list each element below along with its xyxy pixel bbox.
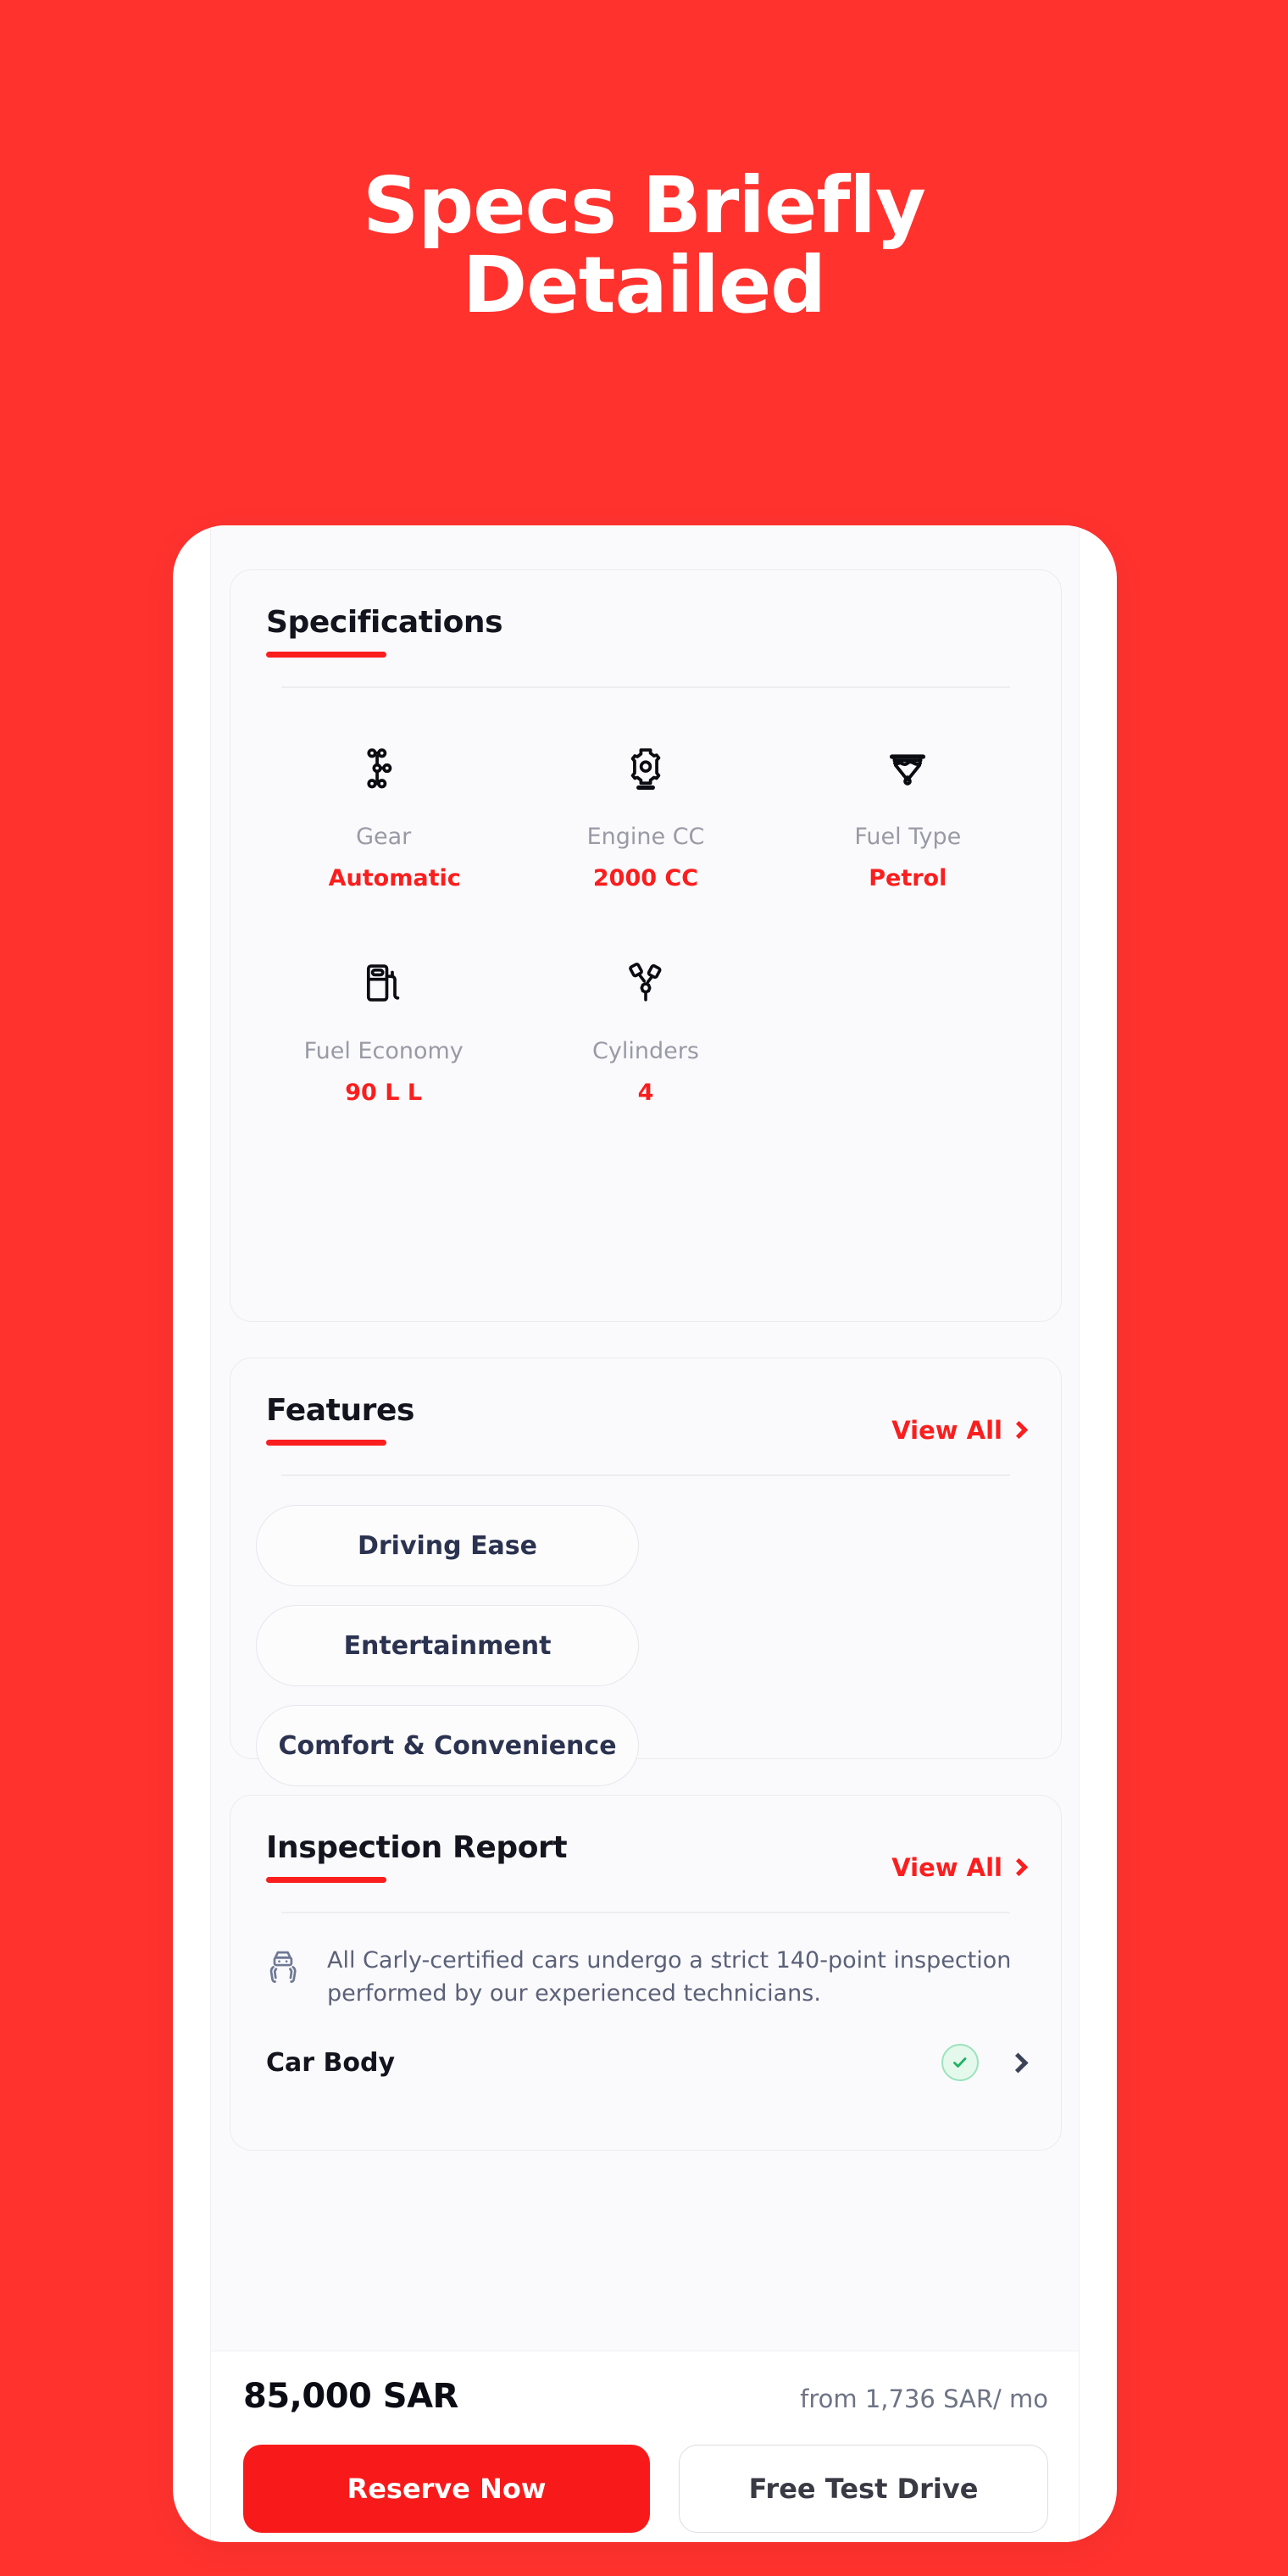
features-header: Features View All bbox=[230, 1358, 1061, 1476]
scroll-area[interactable]: Specifications Gear Automatic Engine CC … bbox=[211, 525, 1079, 2151]
inspection-view-all-link[interactable]: View All bbox=[891, 1853, 1029, 1882]
cta-row: Reserve Now Free Test Drive bbox=[243, 2445, 1048, 2533]
free-test-drive-button[interactable]: Free Test Drive bbox=[679, 2445, 1048, 2533]
spec-item-fuel-type: Fuel Type Petrol bbox=[777, 724, 1039, 938]
chevron-right-icon bbox=[1009, 1857, 1029, 1876]
spec-value: Automatic bbox=[328, 865, 461, 891]
inspection-row-status bbox=[941, 2044, 1029, 2082]
phone-screen: Specifications Gear Automatic Engine CC … bbox=[210, 525, 1080, 2542]
specifications-title: Specifications bbox=[266, 605, 503, 640]
spec-value: 90 L L bbox=[345, 1079, 423, 1106]
spec-value: 4 bbox=[637, 1079, 654, 1106]
inspection-title: Inspection Report bbox=[266, 1830, 568, 1865]
spec-value: 2000 CC bbox=[592, 865, 699, 891]
inspection-row-label: Car Body bbox=[266, 2047, 396, 2078]
title-underline bbox=[266, 652, 386, 658]
fuel-pump-icon bbox=[253, 950, 514, 1016]
spec-item-fuel-economy: Fuel Economy 90 L L bbox=[253, 938, 514, 1152]
page-title: Specs Briefly Detailed bbox=[363, 160, 926, 330]
spec-item-engine-cc: Engine CC 2000 CC bbox=[514, 724, 776, 938]
chevron-right-icon bbox=[1009, 1420, 1029, 1439]
engine-icon bbox=[514, 736, 776, 802]
features-title: Features bbox=[266, 1393, 415, 1428]
header-divider bbox=[281, 1474, 1010, 1476]
price-row: 85,000 SAR from 1,736 SAR/ mo bbox=[243, 2377, 1048, 2416]
view-all-label: View All bbox=[891, 1853, 1002, 1882]
phone-frame: Specifications Gear Automatic Engine CC … bbox=[173, 525, 1117, 2542]
spec-value: Petrol bbox=[869, 865, 947, 891]
spark-plug-icon bbox=[514, 950, 776, 1016]
spec-label: Engine CC bbox=[586, 824, 705, 850]
fuel-drop-icon bbox=[777, 736, 1039, 802]
hero-section: Specs Briefly Detailed bbox=[0, 166, 1288, 325]
check-circle-icon bbox=[941, 2044, 979, 2082]
inspection-note-text: All Carly-certified cars undergo a stric… bbox=[327, 1947, 1012, 2007]
feature-chip-entertainment[interactable]: Entertainment bbox=[256, 1605, 639, 1686]
spec-item-gear: Gear Automatic bbox=[253, 724, 514, 938]
car-care-hands-icon bbox=[266, 1947, 305, 1990]
bottom-action-bar: 85,000 SAR from 1,736 SAR/ mo Reserve No… bbox=[211, 2351, 1079, 2542]
inspection-header: Inspection Report View All bbox=[230, 1796, 1061, 1913]
feature-chip-driving-ease[interactable]: Driving Ease bbox=[256, 1505, 639, 1586]
specifications-card: Specifications Gear Automatic Engine CC … bbox=[230, 569, 1062, 1322]
financing-value: from 1,736 SAR/ mo bbox=[800, 2384, 1048, 2413]
reserve-now-button[interactable]: Reserve Now bbox=[243, 2445, 650, 2533]
title-underline bbox=[266, 1877, 386, 1883]
feature-chip-comfort-convenience[interactable]: Comfort & Convenience bbox=[256, 1705, 639, 1786]
specification-grid: Gear Automatic Engine CC 2000 CC Fuel Ty… bbox=[230, 688, 1061, 1152]
specifications-header: Specifications bbox=[230, 570, 1061, 688]
header-divider bbox=[281, 686, 1010, 688]
inspection-note: All Carly-certified cars undergo a stric… bbox=[230, 1913, 1061, 2010]
features-card: Features View All Driving Ease Entertain… bbox=[230, 1357, 1062, 1886]
features-view-all-link[interactable]: View All bbox=[891, 1416, 1029, 1445]
spec-label: Gear bbox=[356, 824, 412, 850]
inspection-row-car-body[interactable]: Car Body bbox=[230, 2010, 1061, 2082]
spec-label: Cylinders bbox=[592, 1037, 699, 1064]
spec-item-cylinders: Cylinders 4 bbox=[514, 938, 776, 1152]
spec-label: Fuel Economy bbox=[303, 1037, 464, 1064]
price-value: 85,000 SAR bbox=[243, 2377, 458, 2416]
gear-shifter-icon bbox=[253, 736, 514, 802]
inspection-report-card: Inspection Report View All All Carly-cer… bbox=[230, 1795, 1062, 2151]
chevron-right-icon[interactable] bbox=[1008, 2052, 1029, 2074]
view-all-label: View All bbox=[891, 1416, 1002, 1445]
header-divider bbox=[281, 1912, 1010, 1913]
title-underline bbox=[266, 1440, 386, 1446]
spec-label: Fuel Type bbox=[854, 824, 962, 850]
